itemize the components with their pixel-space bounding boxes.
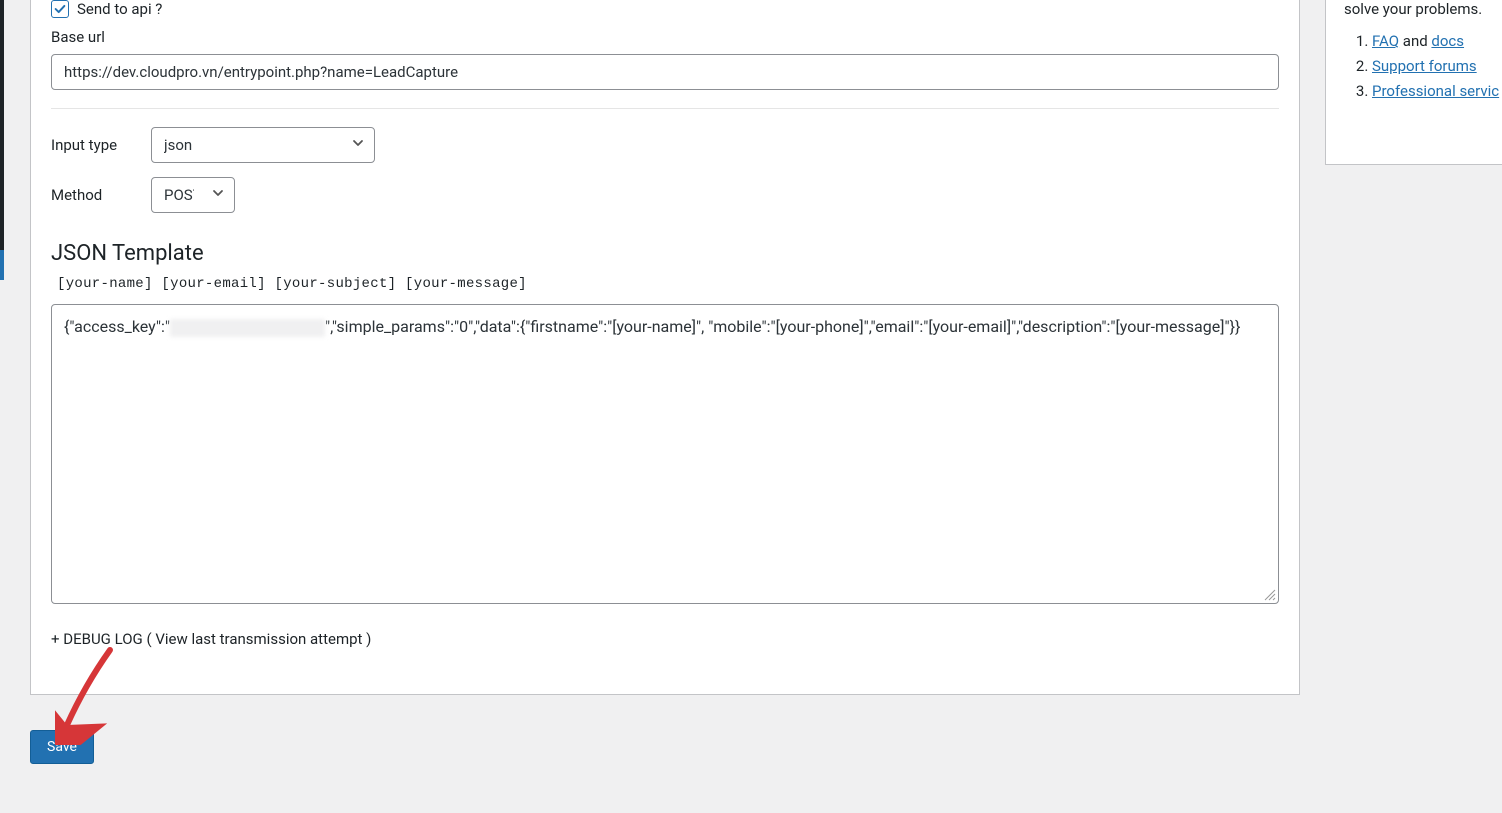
send-to-api-checkbox[interactable] xyxy=(51,0,69,18)
method-row: Method POST xyxy=(31,177,1299,213)
template-placeholders: [your-name] [your-email] [your-subject] … xyxy=(31,276,1299,304)
input-type-select[interactable]: json xyxy=(151,127,375,163)
api-settings-panel: Send to api ? Base url Input type json M… xyxy=(30,0,1300,695)
send-to-api-label: Send to api ? xyxy=(77,0,162,18)
help-intro: solve your problems. xyxy=(1344,0,1487,18)
json-template-text-post: ","simple_params":"0","data":{"firstname… xyxy=(325,317,1240,336)
send-to-api-row: Send to api ? xyxy=(31,0,1299,28)
list-item: Support forums xyxy=(1372,57,1487,75)
faq-link[interactable]: FAQ xyxy=(1372,32,1399,50)
save-button[interactable]: Save xyxy=(30,730,94,764)
admin-sidebar-accent xyxy=(0,250,4,280)
debug-log-toggle[interactable]: + DEBUG LOG ( View last transmission att… xyxy=(31,624,1299,674)
pro-services-link[interactable]: Professional servic xyxy=(1372,82,1499,100)
help-list: FAQ and docs Support forums Professional… xyxy=(1344,32,1487,100)
method-select[interactable]: POST xyxy=(151,177,235,213)
help-sidebar: solve your problems. FAQ and docs Suppor… xyxy=(1325,0,1502,165)
method-label: Method xyxy=(51,186,151,204)
list-item: FAQ and docs xyxy=(1372,32,1487,50)
input-type-row: Input type json xyxy=(31,127,1299,163)
json-template-heading: JSON Template xyxy=(31,227,1299,276)
admin-sidebar-sliver xyxy=(0,0,4,280)
section-divider xyxy=(51,108,1279,109)
redacted-access-key xyxy=(170,319,325,337)
base-url-label: Base url xyxy=(31,28,1299,54)
resize-handle-icon[interactable] xyxy=(1264,589,1276,601)
checkmark-icon xyxy=(53,2,67,16)
json-template-textarea[interactable]: {"access_key":" ","simple_params":"0","da… xyxy=(51,304,1279,604)
json-template-text-pre: {"access_key":" xyxy=(64,317,170,336)
list-item: Professional servic xyxy=(1372,82,1487,100)
support-forums-link[interactable]: Support forums xyxy=(1372,57,1477,75)
base-url-input[interactable] xyxy=(51,54,1279,90)
and-text: and xyxy=(1399,32,1431,50)
docs-link[interactable]: docs xyxy=(1431,32,1464,50)
input-type-label: Input type xyxy=(51,136,151,154)
